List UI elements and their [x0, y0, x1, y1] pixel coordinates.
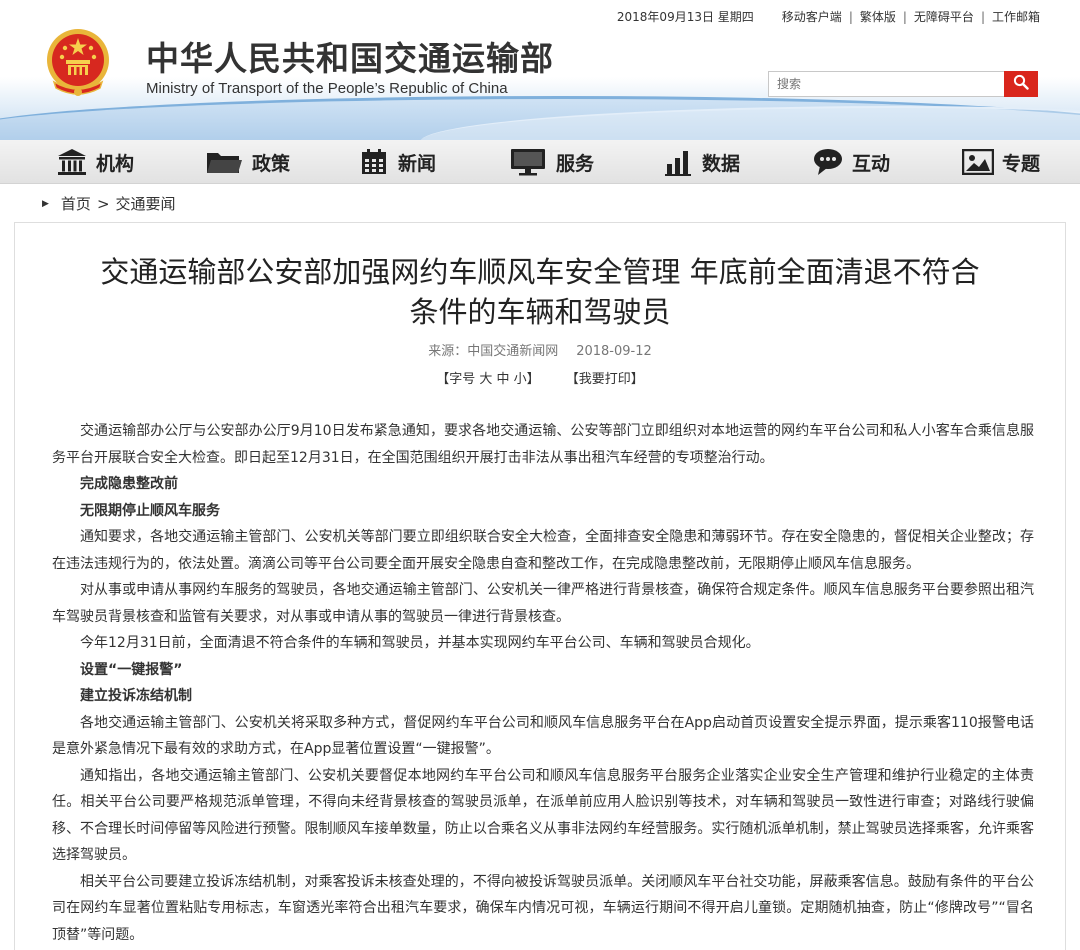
breadcrumb-current[interactable]: 交通要闻	[116, 193, 176, 214]
caret-right-icon: ▶	[42, 198, 49, 209]
national-emblem-icon[interactable]	[42, 26, 114, 102]
print-button[interactable]: 【我要打印】	[566, 372, 644, 387]
article-paragraph: 今年12月31日前，全面清退不符合条件的车辆和驾驶员，并基本实现网约车平台公司、…	[80, 635, 760, 651]
nav-item-institution[interactable]: 机构	[56, 140, 134, 184]
article-meta: 来源：中国交通新闻网 2018-09-12	[0, 340, 1080, 359]
accessibility-link[interactable]: 无障碍平台	[914, 8, 974, 25]
font-size-control[interactable]: 【字号 大 中 小】	[436, 372, 539, 387]
search-button[interactable]	[1004, 71, 1038, 97]
monitor-icon	[508, 148, 548, 176]
site-title-en: Ministry of Transport of the People’s Re…	[146, 80, 508, 97]
nav-label: 机构	[96, 152, 135, 175]
main-nav: 机构 政策 新闻 服务 数据 互动 专题	[0, 140, 1080, 184]
bar-chart-icon	[662, 148, 694, 176]
site-header: 中华人民共和国交通运输部 Ministry of Transport of th…	[0, 0, 1080, 140]
article-paragraph: 对从事或申请从事网约车服务的驾驶员，各地交通运输主管部门、公安机关一律严格进行背…	[52, 582, 1034, 625]
mobile-client-link[interactable]: 移动客户端	[782, 8, 842, 25]
nav-label: 专题	[1002, 152, 1041, 175]
nav-item-news[interactable]: 新闻	[358, 140, 436, 184]
work-email-link[interactable]: 工作邮箱	[992, 8, 1040, 25]
article-paragraph: 相关平台公司要建立投诉冻结机制，对乘客投诉未核查处理的，不得向被投诉驾驶员派单。…	[52, 873, 1034, 943]
article-paragraph: 各地交通运输主管部门、公安机关将采取多种方式，督促网约车平台公司和顺风车信息服务…	[52, 714, 1034, 758]
top-utility-bar: 2018年09月13日 星期四 移动客户端 | 繁体版 | 无障碍平台 | 工作…	[617, 8, 1040, 25]
site-title-cn: 中华人民共和国交通运输部	[146, 39, 554, 78]
nav-item-services[interactable]: 服务	[508, 140, 594, 184]
article-title: 交通运输部公安部加强网约车顺风车安全管理 年底前全面清退不符合 条件的车辆和驾驶…	[40, 252, 1040, 332]
article-paragraph: 交通运输部办公厅与公安部办公厅9月10日发布紧急通知，要求各地交通运输、公安等部…	[52, 423, 1034, 466]
article-paragraph: 通知要求，各地交通运输主管部门、公安机关等部门要立即组织联合安全大检查，全面排查…	[52, 529, 1034, 572]
breadcrumb-home[interactable]: 首页	[61, 193, 91, 214]
article-paragraph: 通知指出，各地交通运输主管部门、公安机关要督促本地网约车平台公司和顺风车信息服务…	[52, 767, 1034, 864]
nav-label: 数据	[702, 152, 741, 175]
chat-icon	[812, 148, 844, 176]
nav-item-policy[interactable]: 政策	[204, 140, 290, 184]
calendar-icon	[358, 148, 390, 176]
article-title-line: 交通运输部公安部加强网约车顺风车安全管理 年底前全面清退不符合	[100, 255, 980, 289]
article-body: 交通运输部办公厅与公安部办公厅9月10日发布紧急通知，要求各地交通运输、公安等部…	[52, 418, 1034, 948]
divider: |	[848, 9, 853, 24]
article-subheading: 建立投诉冻结机制	[80, 688, 192, 704]
divider: |	[902, 9, 907, 24]
article-subheading: 完成隐患整改前	[80, 476, 178, 492]
nav-label: 新闻	[398, 152, 437, 175]
article-subheading: 无限期停止顺风车服务	[80, 502, 220, 519]
nav-item-interaction[interactable]: 互动	[812, 140, 890, 184]
nav-label: 政策	[252, 152, 291, 175]
article-subheading: 设置“一键报警”	[80, 661, 183, 678]
search-box	[768, 71, 1038, 97]
article-date: 2018-09-12	[576, 344, 652, 359]
traditional-chinese-link[interactable]: 繁体版	[860, 8, 896, 25]
breadcrumb-separator: >	[96, 194, 110, 213]
breadcrumb: ▶ 首页 > 交通要闻	[42, 193, 176, 214]
search-icon	[1013, 74, 1029, 94]
current-date: 2018年09月13日 星期四	[616, 10, 754, 24]
article-tools: 【字号 大 中 小】 【我要打印】	[0, 368, 1080, 387]
folder-icon	[204, 148, 244, 176]
institution-icon	[56, 148, 88, 176]
nav-label: 服务	[556, 152, 595, 175]
article-title-line: 条件的车辆和驾驶员	[409, 295, 671, 329]
nav-label: 互动	[852, 152, 891, 175]
article-source: 来源：中国交通新闻网	[428, 344, 559, 359]
search-input[interactable]	[768, 71, 1004, 97]
nav-item-data[interactable]: 数据	[662, 140, 740, 184]
divider: |	[980, 9, 985, 24]
nav-item-topics[interactable]: 专题	[962, 140, 1040, 184]
image-icon	[962, 148, 994, 176]
